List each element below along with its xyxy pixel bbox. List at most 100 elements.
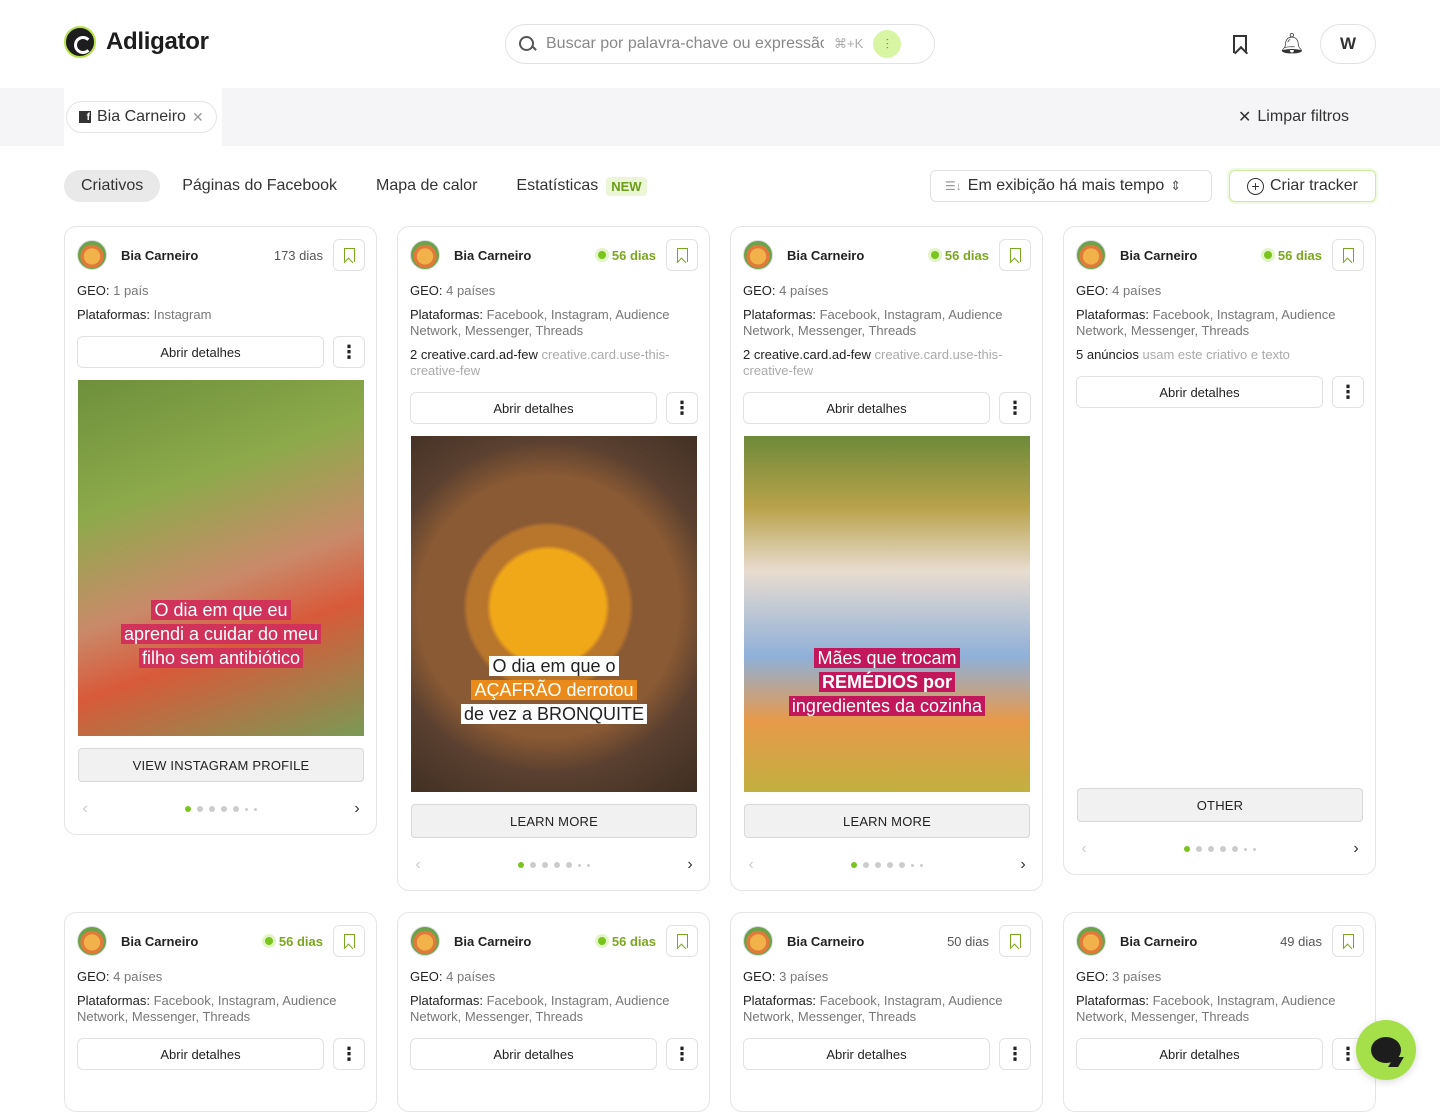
chevron-updown-icon: ⇕ — [1170, 178, 1182, 193]
card-header: Bia Carneiro 50 dias — [743, 925, 1031, 957]
creative-card: Bia Carneiro 173 dias GEO: 1 país Plataf… — [64, 226, 377, 835]
card-header: Bia Carneiro 49 dias — [1076, 925, 1364, 957]
active-status-icon — [264, 937, 273, 945]
open-details-button[interactable]: Abrir detalhes — [77, 336, 324, 368]
details-row: Abrir detalhes ⋮ — [1076, 376, 1364, 408]
details-row: Abrir detalhes ⋮ — [1076, 1038, 1364, 1070]
save-creative-button[interactable] — [333, 239, 365, 271]
save-creative-button[interactable] — [1332, 925, 1364, 957]
cta-button[interactable]: OTHER — [1077, 788, 1363, 822]
creative-image[interactable]: O dia em que o AÇAFRÃO derrotou de vez a… — [411, 436, 697, 792]
bookmark-icon — [1233, 35, 1247, 53]
carousel-pager: ‹ › — [410, 855, 698, 875]
page-avatar — [1076, 240, 1106, 270]
logo[interactable]: Adligator — [64, 26, 209, 58]
creative-card: Bia Carneiro 49 dias GEO: 3 países Plata… — [1063, 912, 1376, 1112]
days-running: 56 dias — [930, 248, 989, 263]
page-name: Bia Carneiro — [787, 247, 865, 263]
save-creative-button[interactable] — [666, 925, 698, 957]
chevron-left-icon[interactable]: ‹ — [77, 800, 93, 818]
more-options-button[interactable]: ⋮ — [999, 1038, 1031, 1070]
open-details-button[interactable]: Abrir detalhes — [77, 1038, 324, 1070]
page-name: Bia Carneiro — [454, 247, 532, 263]
save-creative-button[interactable] — [1332, 239, 1364, 271]
search-shortcut: ⌘+K — [834, 36, 864, 51]
logo-icon — [64, 26, 96, 58]
open-details-button[interactable]: Abrir detalhes — [410, 1038, 657, 1070]
days-running: 173 dias — [273, 247, 323, 263]
user-avatar[interactable]: W — [1320, 24, 1376, 64]
filter-chip-area: f Bia Carneiro ✕ — [64, 88, 222, 146]
search-icon — [518, 35, 536, 53]
chevron-right-icon[interactable]: › — [1015, 856, 1031, 874]
clear-filters-button[interactable]: ✕ Limpar filtros — [1238, 107, 1349, 127]
tab-estatisticas-label: Estatísticas — [516, 177, 599, 194]
more-options-button[interactable]: ⋮ — [1332, 376, 1364, 408]
open-details-button[interactable]: Abrir detalhes — [743, 392, 990, 424]
search-filter-button[interactable]: ⫶ — [873, 30, 902, 58]
carousel-dots — [851, 862, 923, 868]
save-creative-button[interactable] — [999, 925, 1031, 957]
creative-caption: O dia em que o AÇAFRÃO derrotou de vez a… — [411, 654, 697, 726]
cta-button[interactable]: LEARN MORE — [411, 804, 697, 838]
days-running: 56 dias — [597, 248, 656, 263]
sort-icon: ☰↓ — [945, 179, 962, 193]
save-creative-button[interactable] — [999, 239, 1031, 271]
geo-line: GEO: 1 país — [77, 283, 149, 298]
carousel-pager: ‹ › — [77, 799, 365, 819]
open-details-button[interactable]: Abrir detalhes — [1076, 376, 1323, 408]
card-header: Bia Carneiro 56 dias — [1076, 239, 1364, 271]
platforms-line: Plataformas: Facebook, Instagram, Audien… — [410, 307, 670, 338]
tab-criativos[interactable]: Criativos — [64, 170, 161, 202]
chevron-left-icon[interactable]: ‹ — [743, 856, 759, 874]
saved-button[interactable] — [1226, 30, 1254, 58]
ad-count-line: 5 anúncios usam este criativo e texto — [1076, 347, 1290, 362]
app-name: Adligator — [106, 28, 209, 55]
more-options-button[interactable]: ⋮ — [999, 392, 1031, 424]
more-vertical-icon: ⋮ — [1339, 382, 1357, 402]
chat-icon — [1371, 1037, 1401, 1063]
chat-support-button[interactable] — [1356, 1020, 1416, 1080]
card-header: Bia Carneiro 56 dias — [743, 239, 1031, 271]
more-options-button[interactable]: ⋮ — [666, 1038, 698, 1070]
more-vertical-icon: ⋮ — [1006, 1044, 1024, 1064]
create-tracker-button[interactable]: + Criar tracker — [1229, 170, 1376, 202]
open-details-button[interactable]: Abrir detalhes — [743, 1038, 990, 1070]
chevron-right-icon[interactable]: › — [349, 800, 365, 818]
search-input[interactable] — [546, 35, 824, 53]
bookmark-icon — [343, 934, 355, 948]
details-row: Abrir detalhes ⋮ — [410, 392, 698, 424]
tab-paginas-facebook[interactable]: Páginas do Facebook — [165, 170, 354, 202]
remove-filter-icon[interactable]: ✕ — [192, 109, 204, 126]
open-details-button[interactable]: Abrir detalhes — [1076, 1038, 1323, 1070]
cta-button[interactable]: LEARN MORE — [744, 804, 1030, 838]
chevron-right-icon[interactable]: › — [1348, 840, 1364, 858]
card-header: Bia Carneiro 56 dias — [77, 925, 365, 957]
filter-chip[interactable]: f Bia Carneiro ✕ — [66, 101, 217, 133]
bookmark-icon — [1009, 934, 1021, 948]
save-creative-button[interactable] — [666, 239, 698, 271]
creative-image[interactable]: Mães que trocam REMÉDIOS por ingrediente… — [744, 436, 1030, 792]
create-tracker-label: Criar tracker — [1269, 177, 1358, 194]
more-options-button[interactable]: ⋮ — [333, 1038, 365, 1070]
open-details-button[interactable]: Abrir detalhes — [410, 392, 657, 424]
more-options-button[interactable]: ⋮ — [666, 392, 698, 424]
platforms-line: Plataformas: Facebook, Instagram, Audien… — [1076, 993, 1336, 1024]
more-options-button[interactable]: ⋮ — [333, 336, 365, 368]
cta-button[interactable]: VIEW INSTAGRAM PROFILE — [78, 748, 364, 782]
chevron-left-icon[interactable]: ‹ — [1076, 840, 1092, 858]
page-avatar — [743, 926, 773, 956]
sort-dropdown[interactable]: ☰↓ Em exibição há mais tempo ⇕ — [930, 170, 1212, 202]
page-name: Bia Carneiro — [1120, 933, 1198, 949]
bell-icon: 🔔︎ — [1279, 33, 1305, 55]
save-creative-button[interactable] — [333, 925, 365, 957]
more-vertical-icon: ⋮ — [673, 1044, 691, 1064]
chevron-left-icon[interactable]: ‹ — [410, 856, 426, 874]
chevron-right-icon[interactable]: › — [682, 856, 698, 874]
tab-estatisticas[interactable]: Estatísticas NEW — [499, 170, 663, 202]
tab-mapa-calor[interactable]: Mapa de calor — [359, 170, 494, 202]
active-filters-bar: f Bia Carneiro ✕ ✕ Limpar filtros — [0, 88, 1440, 146]
creative-image[interactable]: O dia em que eu aprendi a cuidar do meu … — [78, 380, 364, 736]
page-name: Bia Carneiro — [121, 933, 199, 949]
notifications-button[interactable]: 🔔︎ — [1278, 30, 1306, 58]
